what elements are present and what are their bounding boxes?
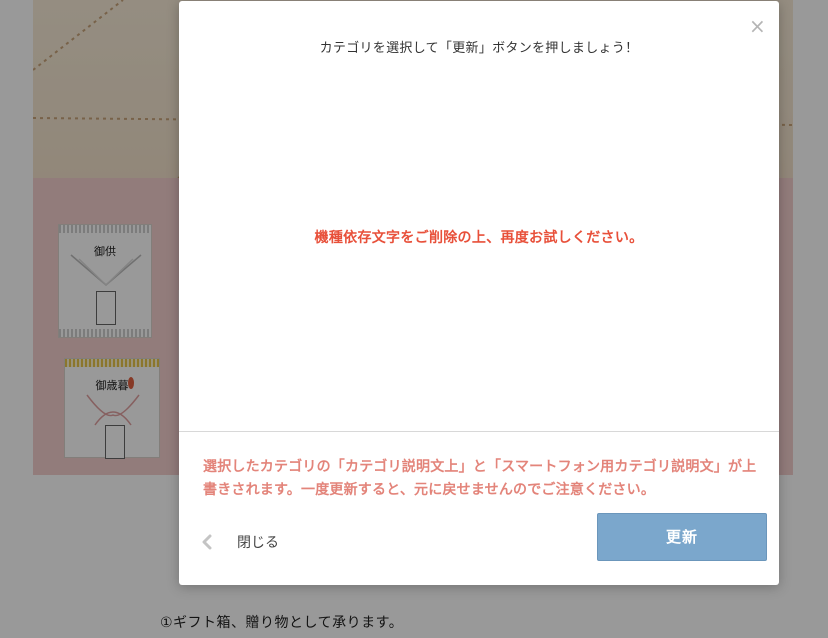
warning-line-2: 書きされます。一度更新すると、元に戻せませんのでご注意ください。: [203, 482, 656, 498]
close-icon[interactable]: ×: [749, 16, 766, 36]
warning-message: 選択したカテゴリの「カテゴリ説明文上」と「スマートフォン用カテゴリ説明文」が上 …: [203, 456, 759, 502]
close-button-label: 閉じる: [237, 535, 279, 551]
modal-title: カテゴリを選択して「更新」ボタンを押しましょう！: [319, 41, 639, 56]
error-message: 機種依存文字をご削除の上、再度お試しください。: [314, 230, 644, 246]
chevron-left-icon: [201, 531, 215, 553]
close-button[interactable]: 閉じる: [201, 531, 279, 553]
category-update-modal: × カテゴリを選択して「更新」ボタンを押しましょう！ 機種依存文字をご削除の上、…: [179, 1, 779, 585]
modal-divider: [179, 431, 779, 432]
update-button[interactable]: 更新: [597, 513, 767, 561]
warning-line-1: 選択したカテゴリの「カテゴリ説明文上」と「スマートフォン用カテゴリ説明文」が上: [203, 459, 757, 475]
